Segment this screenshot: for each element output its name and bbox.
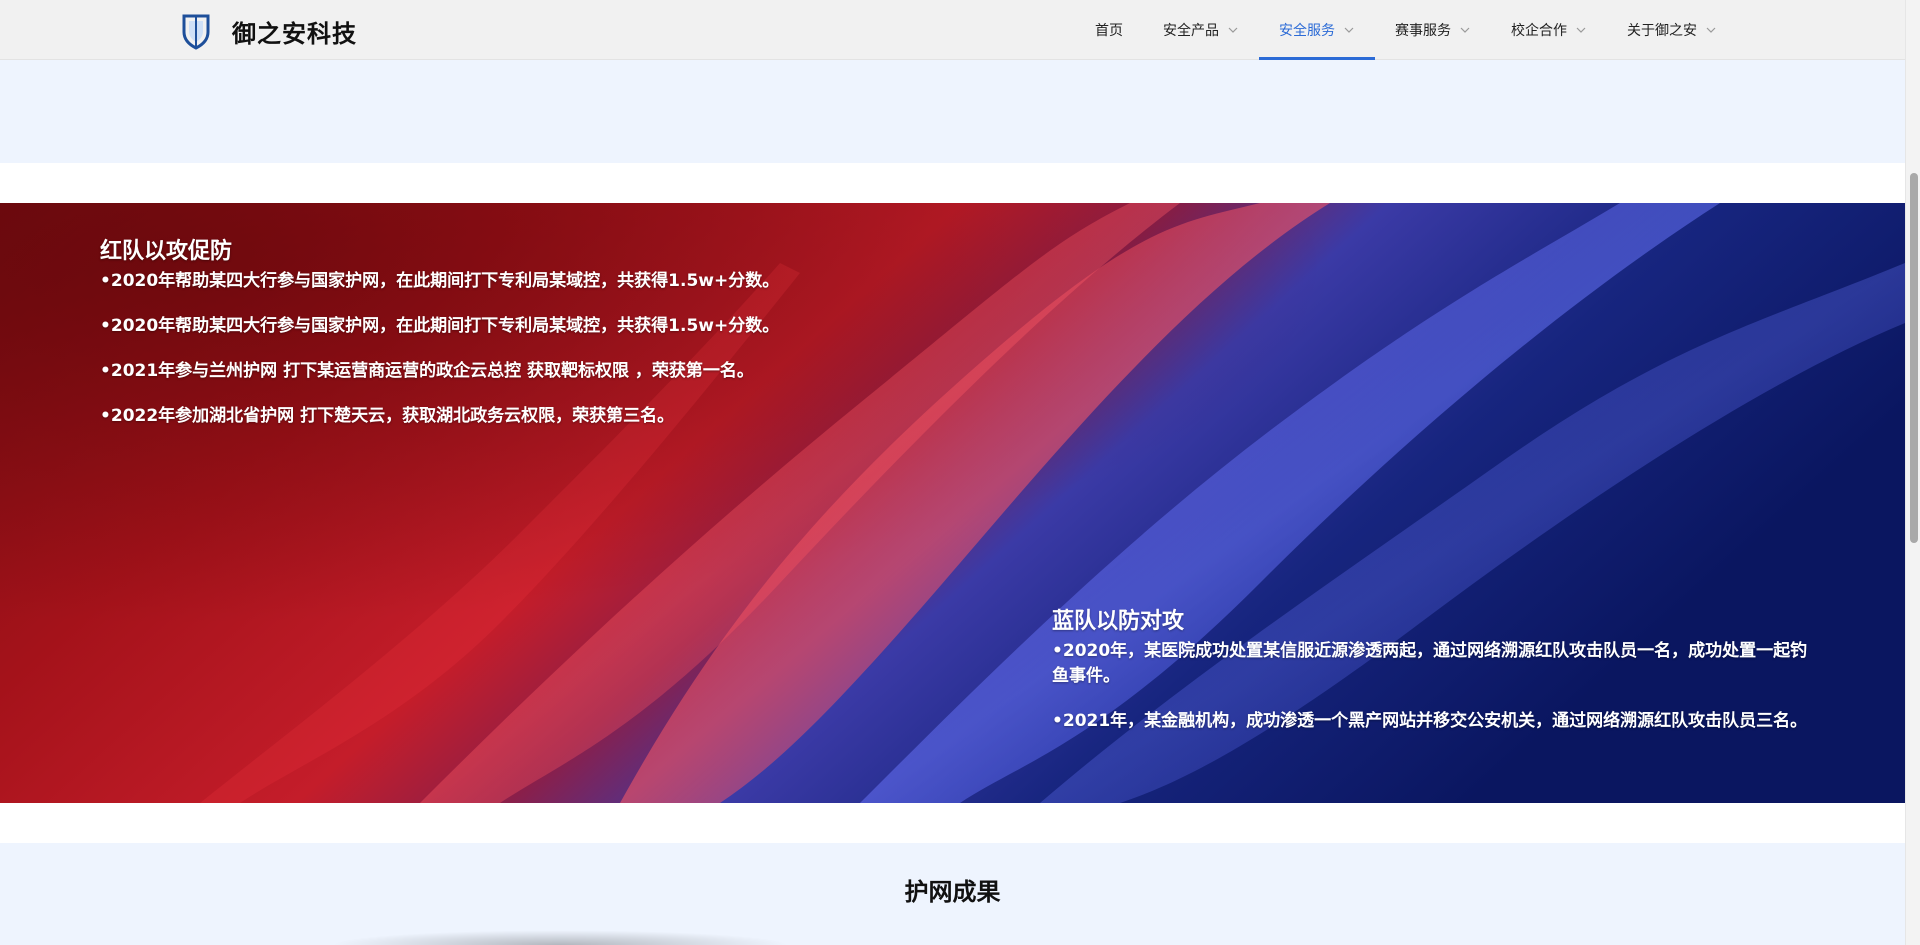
red-team-section: 红队以攻促防 •2020年帮助某四大行参与国家护网，在此期间打下专利局某域控，共… (100, 233, 860, 449)
nav-school-enterprise-label: 校企合作 (1511, 23, 1567, 39)
vertical-scrollbar[interactable] (1905, 0, 1920, 945)
nav-home[interactable]: 首页 (1095, 0, 1123, 60)
results-title: 护网成果 (904, 878, 1001, 906)
scrollbar-thumb[interactable] (1910, 173, 1918, 543)
nav-competition-services[interactable]: 赛事服务 (1395, 0, 1471, 60)
brand-name[interactable]: 御之安科技 (232, 14, 357, 49)
nav-about[interactable]: 关于御之安 (1627, 0, 1717, 60)
blue-team-section: 蓝队以防对攻 •2020年，某医院成功处置某信服近源渗透两起，通过网络溯源红队攻… (1052, 603, 1812, 754)
red-team-item: •2020年帮助某四大行参与国家护网，在此期间打下专利局某域控，共获得1.5w+… (100, 316, 780, 336)
chevron-down-icon (1576, 27, 1586, 33)
red-team-item: •2020年帮助某四大行参与国家护网，在此期间打下专利局某域控，共获得1.5w+… (100, 271, 780, 291)
red-team-item: •2022年参加湖北省护网 打下楚天云，获取湖北政务云权限，荣获第三名。 (100, 406, 675, 426)
nav-home-label: 首页 (1095, 23, 1123, 39)
red-blue-team-banner: 红队以攻促防 •2020年帮助某四大行参与国家护网，在此期间打下专利局某域控，共… (0, 203, 1905, 803)
red-team-title: 红队以攻促防 (100, 239, 233, 264)
chevron-down-icon (1460, 27, 1470, 33)
nav-competition-services-label: 赛事服务 (1395, 23, 1451, 39)
shield-logo-icon[interactable] (180, 12, 212, 50)
nav-school-enterprise[interactable]: 校企合作 (1511, 0, 1587, 60)
nav-security-products-label: 安全产品 (1163, 23, 1219, 39)
blue-team-title: 蓝队以防对攻 (1052, 609, 1185, 634)
chevron-down-icon (1344, 27, 1354, 33)
nav-about-label: 关于御之安 (1627, 23, 1697, 39)
top-band (0, 60, 1905, 163)
blue-team-item: •2021年，某金融机构，成功渗透一个黑产网站并移交公安机关，通过网络溯源红队攻… (1052, 711, 1808, 731)
active-nav-underline (1259, 57, 1375, 60)
nav-security-services-label: 安全服务 (1279, 23, 1335, 39)
nav-security-products[interactable]: 安全产品 (1163, 0, 1239, 60)
chevron-down-icon (1228, 27, 1238, 33)
site-header: 御之安科技 首页 安全产品 安全服务 赛事服务 校企合作 关于御之安 (0, 0, 1905, 60)
chevron-down-icon (1706, 27, 1716, 33)
blue-team-item: •2020年，某医院成功处置某信服近源渗透两起，通过网络溯源红队攻击队员一名，成… (1052, 641, 1808, 686)
nav-security-services[interactable]: 安全服务 (1279, 0, 1355, 60)
red-team-item: •2021年参与兰州护网 打下某运营商运营的政企云总控 获取靶标权限 ，荣获第一… (100, 361, 754, 381)
